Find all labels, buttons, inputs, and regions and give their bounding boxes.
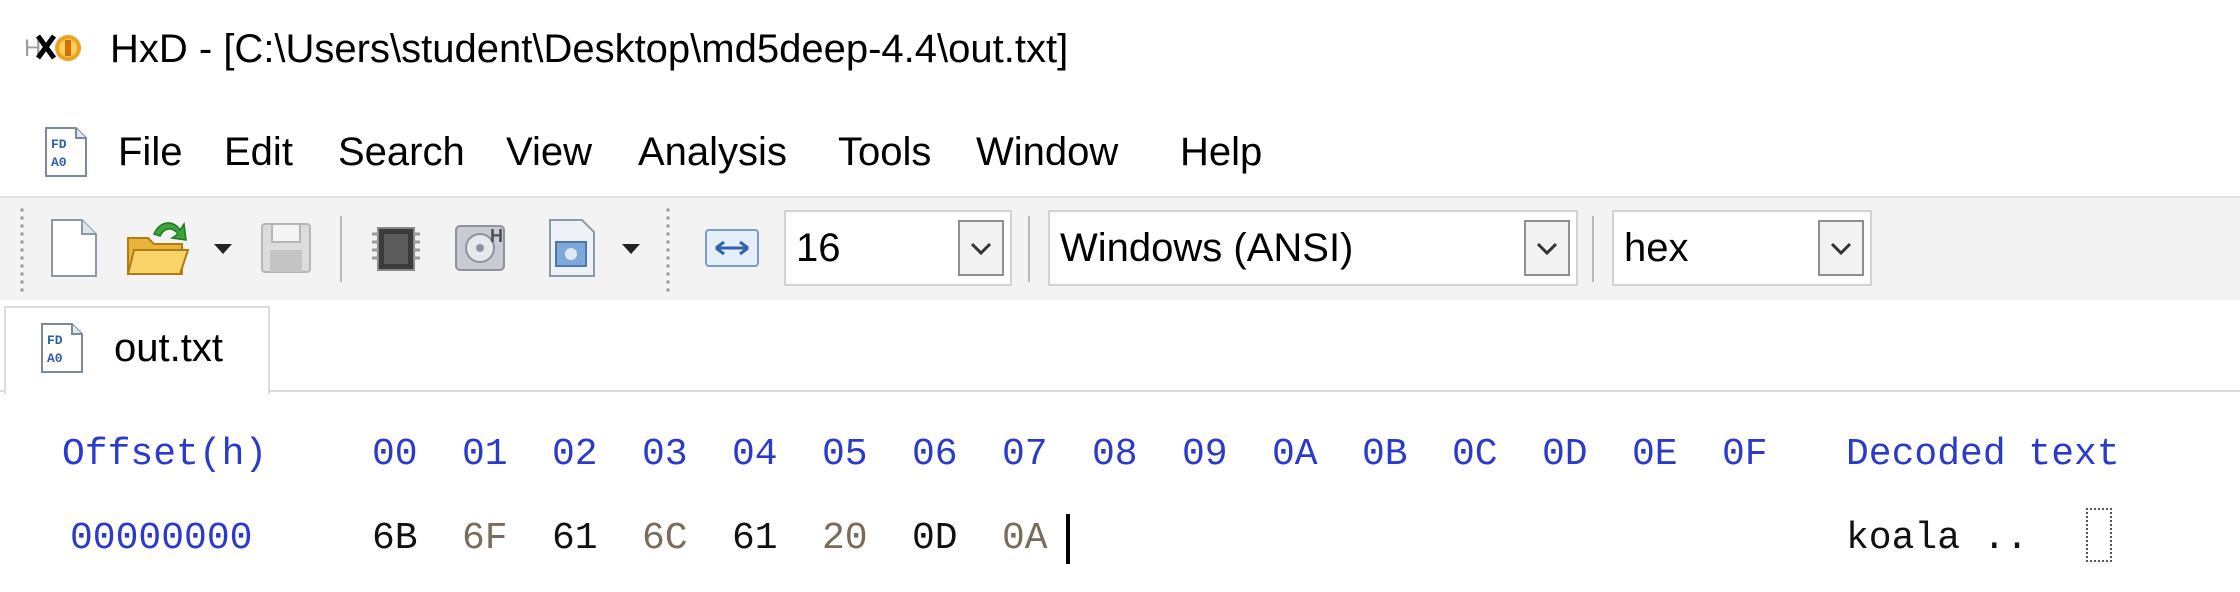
- hex-byte[interactable]: 6B: [372, 512, 418, 566]
- menu-view[interactable]: View: [506, 124, 592, 180]
- chevron-down-icon: [1536, 242, 1558, 256]
- disk-icon[interactable]: H: [450, 216, 514, 280]
- menu-analysis[interactable]: Analysis: [638, 124, 787, 180]
- ram-icon[interactable]: [368, 216, 424, 280]
- menu-bar: [0, 100, 2240, 196]
- column-header: 0F: [1722, 433, 1768, 476]
- column-header: 0A: [1272, 433, 1318, 476]
- column-header: 06: [912, 433, 958, 476]
- decoded-text[interactable]: koala ..: [1846, 512, 2028, 566]
- svg-text:A0: A0: [47, 351, 63, 366]
- menu-window[interactable]: Window: [976, 124, 1118, 180]
- hxd-app-icon: H: [24, 34, 81, 62]
- menu-file[interactable]: File: [118, 124, 182, 180]
- toolbar-grip[interactable]: [18, 206, 26, 294]
- column-header: 04: [732, 433, 778, 476]
- bytes-per-row-value: 16: [796, 226, 841, 270]
- charset-dropdown-button[interactable]: [1524, 220, 1570, 276]
- hex-byte[interactable]: 0A: [1002, 512, 1048, 566]
- offset-base-value: hex: [1624, 226, 1689, 270]
- decoded-header: Decoded text: [1846, 433, 2120, 476]
- toolbar-separator: [340, 216, 342, 282]
- hex-byte[interactable]: 6C: [642, 512, 688, 566]
- offset-base-combo[interactable]: hex: [1612, 210, 1872, 286]
- bytes-per-row-combo[interactable]: 16: [784, 210, 1012, 286]
- hex-byte[interactable]: 61: [732, 512, 778, 566]
- column-header: 05: [822, 433, 868, 476]
- bytes-per-row-dropdown-button[interactable]: [958, 220, 1004, 276]
- chevron-down-icon: [970, 242, 992, 256]
- svg-text:H: H: [490, 226, 503, 246]
- svg-text:FD: FD: [51, 137, 67, 152]
- svg-text:FD: FD: [47, 333, 63, 348]
- menu-tools[interactable]: Tools: [838, 124, 931, 180]
- new-file-icon[interactable]: [46, 216, 102, 280]
- column-header: 0C: [1452, 433, 1498, 476]
- offset-base-dropdown-button[interactable]: [1818, 220, 1864, 276]
- hex-byte[interactable]: 0D: [912, 512, 958, 566]
- tab-strip: [0, 300, 2240, 392]
- open-file-icon[interactable]: [124, 216, 192, 280]
- column-header: 0B: [1362, 433, 1408, 476]
- menu-edit[interactable]: Edit: [224, 124, 293, 180]
- menu-search[interactable]: Search: [338, 124, 465, 180]
- column-header: 09: [1182, 433, 1228, 476]
- column-header: 07: [1002, 433, 1048, 476]
- charset-combo[interactable]: Windows (ANSI): [1048, 210, 1578, 286]
- hxd-document-icon[interactable]: FD A0: [44, 126, 88, 178]
- offset-header: Offset(h): [62, 433, 268, 476]
- chevron-down-icon: [1830, 242, 1852, 256]
- bytes-per-row-icon: [705, 229, 759, 267]
- hex-byte[interactable]: 20: [822, 512, 868, 566]
- hex-byte[interactable]: 61: [552, 512, 598, 566]
- hex-byte[interactable]: 6F: [462, 512, 508, 566]
- toolbar-grip[interactable]: [664, 206, 672, 294]
- toolbar-separator: [1028, 216, 1030, 282]
- menu-help[interactable]: Help: [1180, 124, 1262, 180]
- column-header: 00: [372, 433, 418, 476]
- column-header: 08: [1092, 433, 1138, 476]
- svg-text:A0: A0: [51, 155, 67, 170]
- toolbar-separator: [1592, 216, 1594, 282]
- text-caret: [1066, 514, 1070, 564]
- window-title: HxD - [C:\Users\student\Desktop\md5deep-…: [110, 27, 1069, 71]
- tab-label: out.txt: [114, 326, 223, 370]
- column-header: 0E: [1632, 433, 1678, 476]
- decoded-cursor-box: [2086, 508, 2112, 562]
- process-dropdown-arrow-icon[interactable]: [620, 238, 642, 258]
- save-icon[interactable]: [258, 216, 314, 280]
- row-offset[interactable]: 00000000: [70, 512, 252, 566]
- column-header: 03: [642, 433, 688, 476]
- hxd-document-icon: FD A0: [41, 323, 83, 373]
- column-header: 01: [462, 433, 508, 476]
- process-icon[interactable]: [544, 216, 600, 280]
- charset-value: Windows (ANSI): [1060, 226, 1354, 270]
- column-header: 02: [552, 433, 598, 476]
- open-dropdown-arrow-icon[interactable]: [212, 238, 234, 258]
- column-header: 0D: [1542, 433, 1588, 476]
